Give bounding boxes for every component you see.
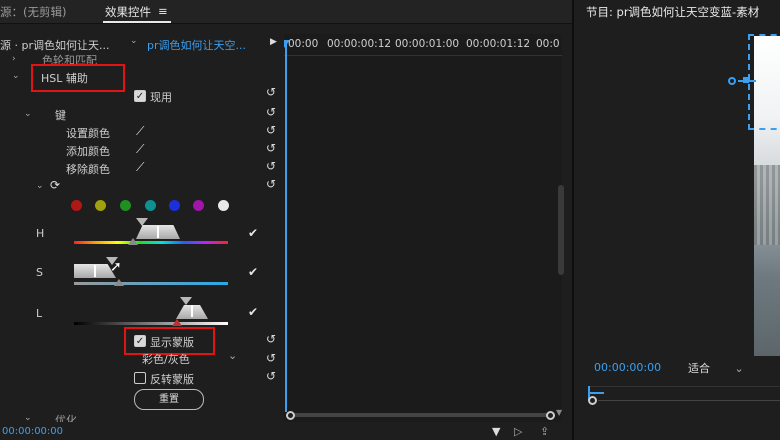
reset-icon[interactable]: ↺ — [264, 86, 278, 99]
eyedropper-minus-icon[interactable]: ⟋ — [136, 160, 144, 175]
hue-label: H — [36, 227, 45, 240]
panel-tab-bar — [0, 0, 572, 24]
swatch-green[interactable] — [120, 200, 131, 211]
swatch-blue[interactable] — [169, 200, 180, 211]
luminance-label: L — [36, 307, 43, 320]
hue-range-handle[interactable] — [136, 218, 148, 226]
hue-gradient[interactable] — [74, 241, 228, 244]
stopwatch-icon[interactable]: ⟳ — [50, 178, 60, 192]
enabled-checkbox[interactable]: ✓ — [134, 90, 146, 102]
eyedropper-icon[interactable]: ⟋ — [136, 124, 144, 139]
hue-softness-handle[interactable] — [128, 238, 138, 245]
program-timecode[interactable]: 00:00:00:00 — [594, 361, 661, 374]
collapse-arrow-icon[interactable]: ⌄ — [36, 181, 44, 191]
swatch-white[interactable] — [218, 200, 229, 211]
reset-icon[interactable]: ↺ — [264, 178, 278, 191]
ruler-timecode: 00:00:00:12 — [327, 38, 392, 50]
scroll-start-handle[interactable] — [286, 411, 295, 420]
export-icon[interactable]: ⇪ — [540, 425, 549, 438]
key-label: 键 — [55, 109, 66, 122]
vertical-scrollbar[interactable] — [558, 185, 564, 275]
ruler-timecode: 00:00:01:12 — [466, 38, 531, 50]
tab-program-monitor[interactable]: 节目: pr调色如何让天空变蓝-素材 — [586, 4, 759, 20]
chevron-down-icon: ⌄ — [228, 349, 238, 362]
panel-footer — [0, 422, 572, 440]
zoom-fit-dropdown[interactable]: 适合 ⌄ — [688, 360, 744, 376]
collapse-arrow-icon[interactable]: ⌄ — [12, 71, 20, 81]
chevron-down-icon[interactable]: ⌄ — [130, 36, 138, 46]
swatch-magenta[interactable] — [193, 200, 204, 211]
ruler-timecode: 00:00 — [288, 38, 319, 50]
mouse-cursor-icon: ➚ — [110, 259, 122, 275]
effect-timeline[interactable] — [284, 34, 562, 430]
timecode-ruler[interactable]: 00:00 00:00:00:12 00:00:01:00 00:00:01:1… — [284, 34, 562, 56]
scroll-down-icon[interactable]: ▼ — [556, 408, 562, 417]
remove-color-label: 移除颜色 — [66, 163, 110, 176]
panel-menu-icon[interactable]: ≡ — [158, 4, 168, 18]
reset-icon[interactable]: ↺ — [264, 160, 278, 173]
play-icon[interactable]: ▶ — [270, 37, 277, 47]
ruler-timecode: 00:0 — [536, 38, 560, 50]
luminance-center-marker — [191, 305, 193, 317]
expand-arrow-icon[interactable]: › — [12, 54, 16, 64]
master-clip-label[interactable]: 源 · pr调色如何让天... — [0, 37, 109, 53]
collapse-arrow-icon[interactable]: ⌄ — [24, 109, 32, 119]
play-only-audio-icon[interactable]: ▷ — [514, 425, 522, 438]
saturation-center-marker — [94, 265, 96, 277]
program-tab-label: 节目: pr调色如何让天空变蓝-素材 — [586, 5, 760, 19]
playhead-line[interactable] — [285, 40, 287, 412]
add-color-label: 添加颜色 — [66, 145, 110, 158]
set-color-label: 设置颜色 — [66, 127, 110, 140]
reset-icon[interactable]: ↺ — [264, 333, 278, 346]
active-tab-underline — [103, 21, 171, 23]
zoom-fit-value: 适合 — [688, 362, 710, 375]
hue-center-marker — [157, 226, 159, 238]
tab-source[interactable]: 源：(无剪辑) — [0, 4, 66, 20]
eyedropper-plus-icon[interactable]: ⟋ — [136, 142, 144, 157]
filter-icon[interactable]: ▼ — [492, 425, 500, 438]
highlight-box-hsl — [31, 64, 125, 92]
program-playhead-cap — [588, 392, 604, 394]
reset-icon[interactable]: ↺ — [264, 352, 278, 365]
luminance-gradient[interactable] — [74, 322, 228, 325]
show-mask-checkbox[interactable]: ✓ — [134, 335, 146, 347]
invert-mask-checkbox[interactable] — [134, 372, 146, 384]
luminance-enable-check-icon[interactable]: ✔ — [248, 305, 258, 319]
saturation-enable-check-icon[interactable]: ✔ — [248, 265, 258, 279]
reset-icon[interactable]: ↺ — [264, 106, 278, 119]
scroll-end-handle[interactable] — [546, 411, 555, 420]
show-mask-label: 显示蒙版 — [150, 336, 194, 349]
reset-icon[interactable]: ↺ — [264, 142, 278, 155]
mask-vertex[interactable] — [743, 77, 749, 83]
program-time-ruler[interactable] — [588, 386, 780, 406]
reset-icon[interactable]: ↺ — [264, 370, 278, 383]
saturation-label: S — [36, 266, 43, 279]
sequence-clip-label[interactable]: pr调色如何让天空... — [147, 37, 246, 53]
reset-button[interactable]: 重置 — [134, 389, 204, 410]
current-timecode[interactable]: 00:00:00:00 — [2, 426, 63, 437]
swatch-cyan[interactable] — [145, 200, 156, 211]
chevron-down-icon: ⌄ — [734, 362, 744, 375]
horizontal-scrollbar[interactable] — [290, 413, 552, 417]
program-scroll-track[interactable] — [598, 400, 780, 401]
saturation-gradient[interactable] — [74, 282, 228, 285]
swatch-red[interactable] — [71, 200, 82, 211]
saturation-softness-handle[interactable] — [114, 279, 124, 286]
swatch-yellow[interactable] — [95, 200, 106, 211]
luminance-softness-handle[interactable] — [172, 319, 182, 326]
mask-mode-value: 彩色/灰色 — [142, 353, 190, 366]
program-scroll-handle[interactable] — [588, 396, 597, 405]
mask-outline[interactable] — [748, 34, 780, 130]
ruler-timecode: 00:00:01:00 — [395, 38, 460, 50]
reset-icon[interactable]: ↺ — [264, 124, 278, 137]
mask-mode-dropdown[interactable]: 彩色/灰色 ⌄ — [138, 349, 242, 366]
video-buildings — [754, 165, 780, 245]
mask-point-handle[interactable] — [728, 77, 736, 85]
enabled-label: 现用 — [150, 91, 172, 104]
luminance-range-handle[interactable] — [180, 297, 192, 305]
hue-enable-check-icon[interactable]: ✔ — [248, 226, 258, 240]
tab-effect-controls[interactable]: 效果控件 — [105, 4, 151, 20]
invert-mask-label: 反转蒙版 — [150, 373, 194, 386]
